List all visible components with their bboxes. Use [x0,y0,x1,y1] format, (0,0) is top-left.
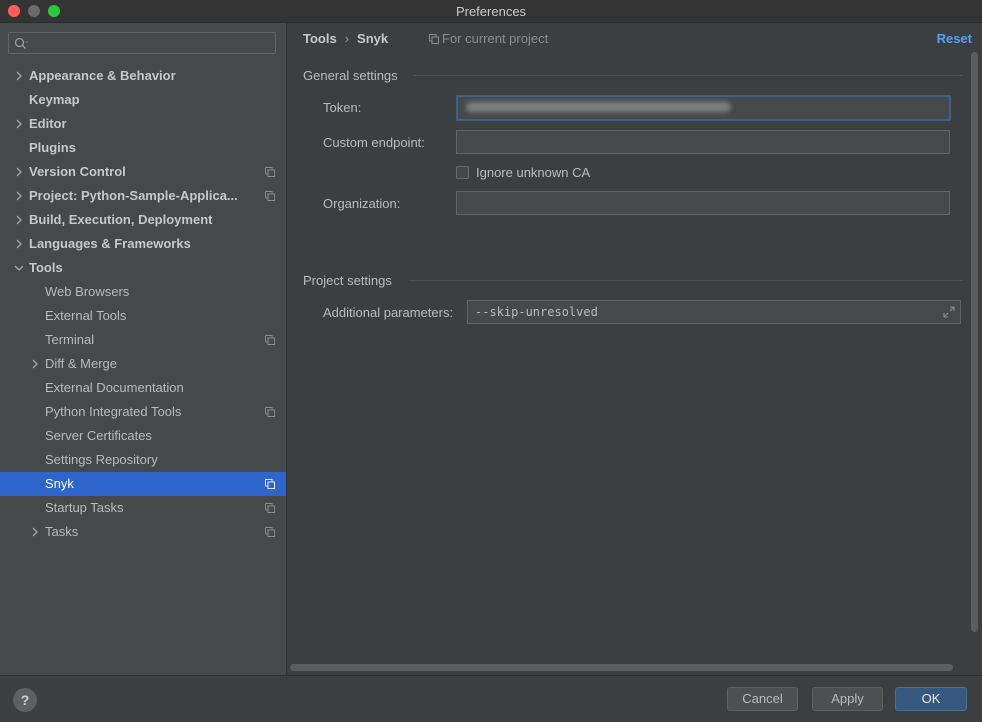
sidebar-item-label: Build, Execution, Deployment [29,212,213,227]
vertical-scrollbar[interactable] [971,52,978,632]
chevron-right-icon[interactable] [13,160,25,184]
additional-parameters-label: Additional parameters: [323,305,454,320]
sidebar-item-label: Plugins [29,140,76,155]
chevron-right-icon[interactable] [13,208,25,232]
settings-panel: Tools › Snyk For current project Reset Gen… [287,23,982,675]
sidebar-item-settings-repository[interactable]: Settings Repository [0,448,286,472]
dialog-footer: ? Cancel Apply OK [0,675,982,722]
chevron-right-icon[interactable] [29,352,41,376]
chevron-right-icon[interactable] [13,64,25,88]
chevron-right-icon[interactable] [13,184,25,208]
sidebar-item-external-tools[interactable]: External Tools [0,304,286,328]
custom-endpoint-label: Custom endpoint: [323,135,425,150]
ignore-unknown-ca-label[interactable]: Ignore unknown CA [476,165,590,180]
sidebar-item-label: Project: Python-Sample-Applica... [29,188,238,203]
sidebar-item-plugins[interactable]: Plugins [0,136,286,160]
sidebar-item-build-execution-deployment[interactable]: Build, Execution, Deployment [0,208,286,232]
preferences-window: Preferences Appearance & Behavior Keymap E… [0,0,982,722]
horizontal-scrollbar[interactable] [290,664,953,671]
token-label: Token: [323,100,362,115]
project-scope-icon [265,167,275,177]
sidebar-item-snyk[interactable]: Snyk [0,472,286,496]
sidebar-item-keymap[interactable]: Keymap [0,88,286,112]
window-title: Preferences [455,4,527,19]
sidebar-item-version-control[interactable]: Version Control [0,160,286,184]
sidebar-item-terminal[interactable]: Terminal [0,328,286,352]
general-settings-divider [413,75,963,76]
sidebar-item-web-browsers[interactable]: Web Browsers [0,280,286,304]
reset-link[interactable]: Reset [937,31,972,46]
sidebar-item-languages-frameworks[interactable]: Languages & Frameworks [0,232,286,256]
chevron-right-icon[interactable] [13,232,25,256]
for-current-project-note: For current project [429,31,548,46]
organization-field[interactable] [456,191,950,215]
sidebar-item-label: Startup Tasks [45,500,124,515]
sidebar-item-label: Tools [29,260,63,275]
chevron-right-icon[interactable] [29,520,41,544]
sidebar-item-python-integrated-tools[interactable]: Python Integrated Tools [0,400,286,424]
title-bar[interactable]: Preferences [0,0,982,23]
general-settings-title: General settings [303,68,398,83]
sidebar-item-label: Keymap [29,92,80,107]
project-scope-icon [429,34,439,44]
project-scope-icon [265,479,275,489]
ignore-unknown-ca-checkbox[interactable] [456,166,469,179]
sidebar-item-label: Version Control [29,164,126,179]
for-current-project-label: For current project [442,31,549,46]
sidebar-item-label: Tasks [45,524,79,539]
sidebar-item-label: Web Browsers [45,284,130,299]
token-field[interactable] [456,95,951,121]
additional-parameters-value: --skip-unresolved [475,305,598,319]
sidebar-item-diff-merge[interactable]: Diff & Merge [0,352,286,376]
breadcrumb-separator: › [344,31,350,46]
settings-search-input[interactable] [8,32,276,54]
project-scope-icon [265,191,275,201]
breadcrumb: Tools › Snyk [303,31,388,46]
cancel-button[interactable]: Cancel [727,687,798,711]
sidebar-item-label: External Tools [45,308,127,323]
custom-endpoint-field[interactable] [456,130,950,154]
project-scope-icon [265,503,275,513]
search-icon [14,37,28,49]
project-settings-title: Project settings [303,273,392,288]
project-scope-icon [265,527,275,537]
sidebar-item-label: Diff & Merge [45,356,118,371]
chevron-right-icon[interactable] [13,112,25,136]
sidebar-item-label: Server Certificates [45,428,152,443]
settings-tree: Appearance & Behavior Keymap Editor Plugins… [0,64,286,544]
sidebar-item-tasks[interactable]: Tasks [0,520,286,544]
sidebar-item-startup-tasks[interactable]: Startup Tasks [0,496,286,520]
sidebar-item-appearance-behavior[interactable]: Appearance & Behavior [0,64,286,88]
project-scope-icon [265,407,275,417]
sidebar-item-label: Terminal [45,332,95,347]
sidebar-item-label: Editor [29,116,67,131]
sidebar-item-external-documentation[interactable]: External Documentation [0,376,286,400]
sidebar-item-tools[interactable]: Tools [0,256,286,280]
organization-label: Organization: [323,196,401,211]
sidebar-item-project-python-sample-applica[interactable]: Project: Python-Sample-Applica... [0,184,286,208]
project-scope-icon [265,335,275,345]
chevron-down-icon[interactable] [13,256,25,280]
sidebar-item-label: Python Integrated Tools [45,404,182,419]
sidebar-item-label: Languages & Frameworks [29,236,191,251]
breadcrumb-parent: Tools [303,31,337,46]
settings-sidebar: Appearance & Behavior Keymap Editor Plugins… [0,23,287,675]
sidebar-item-label: Snyk [45,476,74,491]
sidebar-item-label: External Documentation [45,380,184,395]
breadcrumb-current: Snyk [357,31,389,46]
expand-icon[interactable] [943,306,955,318]
token-value-blurred [466,102,731,112]
help-button[interactable]: ? [13,688,37,712]
additional-parameters-field[interactable]: --skip-unresolved [467,300,961,324]
sidebar-item-label: Appearance & Behavior [29,68,176,83]
project-settings-divider [409,280,963,281]
ok-button[interactable]: OK [895,687,967,711]
sidebar-item-editor[interactable]: Editor [0,112,286,136]
sidebar-item-server-certificates[interactable]: Server Certificates [0,424,286,448]
apply-button[interactable]: Apply [812,687,883,711]
sidebar-item-label: Settings Repository [45,452,158,467]
